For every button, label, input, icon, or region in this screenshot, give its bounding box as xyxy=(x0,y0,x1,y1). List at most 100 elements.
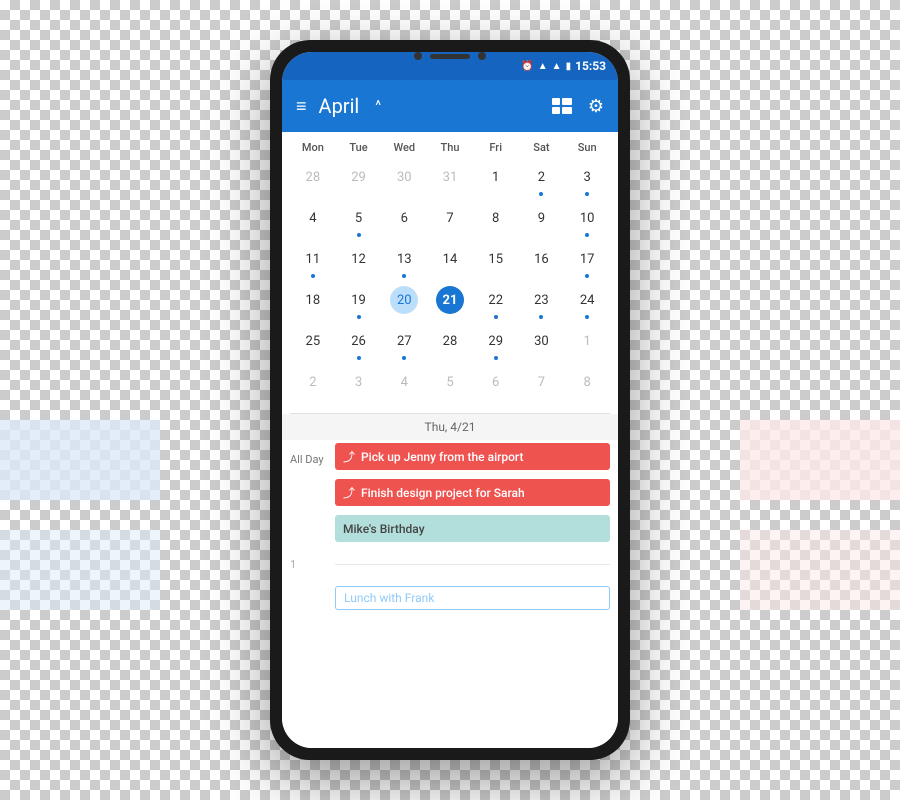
cal-day-26: 26 xyxy=(345,327,373,355)
cal-cell-6[interactable]: 6 xyxy=(381,200,427,241)
cal-cell-29[interactable]: 29 xyxy=(473,323,519,364)
calendar-section: Mon Tue Wed Thu Fri Sat Sun 28 29 xyxy=(282,132,618,440)
cal-cell-27[interactable]: 27 xyxy=(381,323,427,364)
camera xyxy=(414,52,422,60)
cal-cell-2-next[interactable]: 2 xyxy=(290,364,336,405)
cal-cell-28-prev[interactable]: 28 xyxy=(290,159,336,200)
cal-cell-23[interactable]: 23 xyxy=(519,282,565,323)
cal-day-29: 29 xyxy=(482,327,510,355)
cal-cell-31-prev[interactable]: 31 xyxy=(427,159,473,200)
cal-cell-26[interactable]: 26 xyxy=(336,323,382,364)
app-bar: ≡ April ^ ⚙ xyxy=(282,80,618,132)
cal-cell-13[interactable]: 13 xyxy=(381,241,427,282)
menu-icon[interactable]: ≡ xyxy=(296,96,307,117)
selected-date-label: Thu, 4/21 xyxy=(282,414,618,440)
cal-day-30-prev: 30 xyxy=(390,163,418,191)
phone-top-bar xyxy=(414,52,486,60)
cal-day-9: 9 xyxy=(527,204,555,232)
phone-screen: ⏰ ▲ ▲ ▮ 15:53 ≡ April ^ xyxy=(282,52,618,748)
cal-cell-5-next[interactable]: 5 xyxy=(427,364,473,405)
cal-day-13: 13 xyxy=(390,245,418,273)
time-slot-1: 1 xyxy=(282,548,618,580)
cal-cell-25[interactable]: 25 xyxy=(290,323,336,364)
cal-cell-21[interactable]: 21 xyxy=(427,282,473,323)
event-time-allday: All Day xyxy=(290,443,335,473)
cal-cell-20[interactable]: 20 xyxy=(381,282,427,323)
cal-day-30: 30 xyxy=(527,327,555,355)
alarm-icon: ⏰ xyxy=(521,61,533,72)
app-bar-title: April xyxy=(319,94,360,118)
cal-cell-15[interactable]: 15 xyxy=(473,241,519,282)
cal-cell-1[interactable]: 1 xyxy=(473,159,519,200)
cal-cell-9[interactable]: 9 xyxy=(519,200,565,241)
bg-blue-left xyxy=(0,420,160,500)
cal-day-25: 25 xyxy=(299,327,327,355)
cal-day-16: 16 xyxy=(527,245,555,273)
event-icon-pickup: ⤴ xyxy=(343,448,355,465)
cal-day-19: 19 xyxy=(345,286,373,314)
cal-dot-19 xyxy=(357,315,361,319)
cal-cell-1-next[interactable]: 1 xyxy=(564,323,610,364)
cal-cell-11[interactable]: 11 xyxy=(290,241,336,282)
event-time-empty-3 xyxy=(290,583,335,613)
event-row-lunch[interactable]: Lunch with Frank xyxy=(282,580,618,616)
bg-pink-right2 xyxy=(740,530,900,610)
cal-dot-22 xyxy=(494,315,498,319)
wifi-icon: ▲ xyxy=(538,61,548,72)
cal-dot-13 xyxy=(402,274,406,278)
cal-day-3: 3 xyxy=(573,163,601,191)
settings-icon[interactable]: ⚙ xyxy=(588,96,604,117)
cal-cell-6-next[interactable]: 6 xyxy=(473,364,519,405)
cal-cell-4-next[interactable]: 4 xyxy=(381,364,427,405)
cal-dot-5 xyxy=(357,233,361,237)
cal-cell-5[interactable]: 5 xyxy=(336,200,382,241)
event-row-birthday[interactable]: Mike's Birthday xyxy=(282,512,618,548)
cal-cell-16[interactable]: 16 xyxy=(519,241,565,282)
cal-cell-22[interactable]: 22 xyxy=(473,282,519,323)
cal-cell-19[interactable]: 19 xyxy=(336,282,382,323)
cal-day-20: 20 xyxy=(390,286,418,314)
cal-cell-7[interactable]: 7 xyxy=(427,200,473,241)
cal-cell-8-next[interactable]: 8 xyxy=(564,364,610,405)
cal-cell-8[interactable]: 8 xyxy=(473,200,519,241)
cal-cell-17[interactable]: 17 xyxy=(564,241,610,282)
cal-day-21: 21 xyxy=(436,286,464,314)
cal-day-6: 6 xyxy=(390,204,418,232)
cal-dot-23 xyxy=(539,315,543,319)
cal-cell-24[interactable]: 24 xyxy=(564,282,610,323)
cal-day-5: 5 xyxy=(345,204,373,232)
cal-cell-4[interactable]: 4 xyxy=(290,200,336,241)
event-card-birthday[interactable]: Mike's Birthday xyxy=(335,515,610,542)
event-card-design[interactable]: ⤴ Finish design project for Sarah xyxy=(335,479,610,506)
day-header-sun: Sun xyxy=(564,138,610,157)
app-bar-right: ⚙ xyxy=(552,96,604,117)
cal-cell-10[interactable]: 10 xyxy=(564,200,610,241)
chevron-up-icon[interactable]: ^ xyxy=(375,98,381,114)
cal-cell-29-prev[interactable]: 29 xyxy=(336,159,382,200)
cal-cell-3[interactable]: 3 xyxy=(564,159,610,200)
cal-cell-12[interactable]: 12 xyxy=(336,241,382,282)
event-row-allday-2[interactable]: ⤴ Finish design project for Sarah xyxy=(282,476,618,512)
cal-cell-3-next[interactable]: 3 xyxy=(336,364,382,405)
cal-cell-18[interactable]: 18 xyxy=(290,282,336,323)
event-card-lunch[interactable]: Lunch with Frank xyxy=(335,586,610,610)
cal-cell-30-prev[interactable]: 30 xyxy=(381,159,427,200)
cal-cell-14[interactable]: 14 xyxy=(427,241,473,282)
bg-pink-right xyxy=(740,420,900,500)
event-card-pickup[interactable]: ⤴ Pick up Jenny from the airport xyxy=(335,443,610,470)
event-row-allday-1[interactable]: All Day ⤴ Pick up Jenny from the airport xyxy=(282,440,618,476)
cal-day-15: 15 xyxy=(482,245,510,273)
cal-day-23: 23 xyxy=(527,286,555,314)
cal-day-7: 7 xyxy=(436,204,464,232)
cal-cell-30[interactable]: 30 xyxy=(519,323,565,364)
cal-cell-7-next[interactable]: 7 xyxy=(519,364,565,405)
camera2 xyxy=(478,52,486,60)
cal-day-18: 18 xyxy=(299,286,327,314)
cal-day-22: 22 xyxy=(482,286,510,314)
cal-cell-28[interactable]: 28 xyxy=(427,323,473,364)
cal-day-28: 28 xyxy=(436,327,464,355)
event-title-lunch: Lunch with Frank xyxy=(344,591,434,605)
cal-cell-2[interactable]: 2 xyxy=(519,159,565,200)
cal-day-2: 2 xyxy=(527,163,555,191)
view-icon[interactable] xyxy=(552,98,572,114)
